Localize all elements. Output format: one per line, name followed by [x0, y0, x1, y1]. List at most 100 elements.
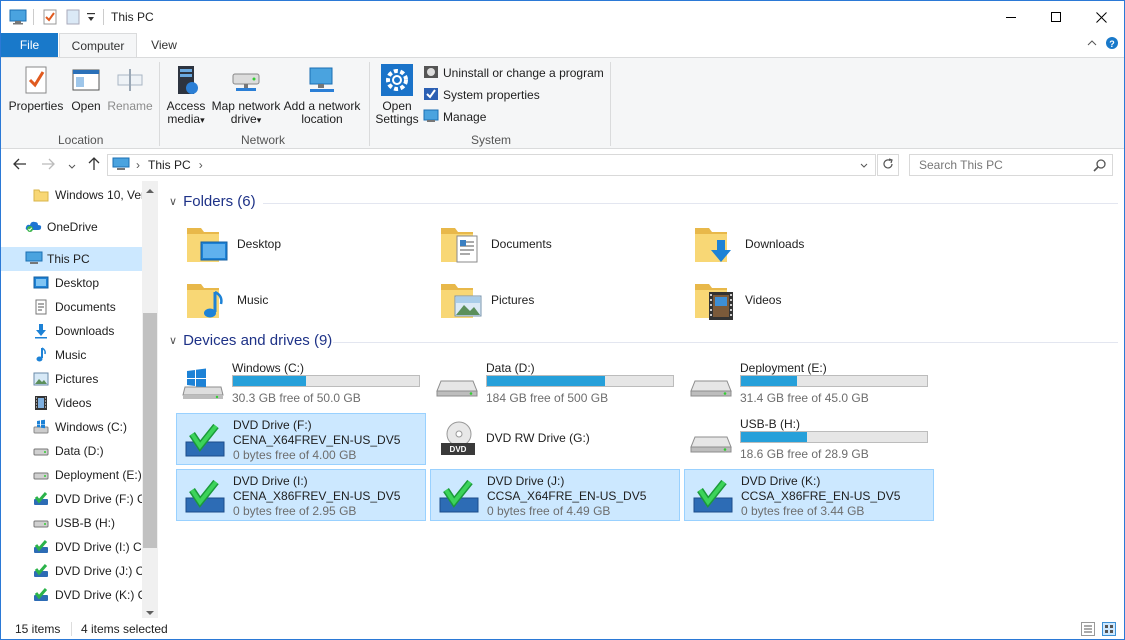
- scroll-down-icon[interactable]: [146, 605, 154, 618]
- nav-item[interactable]: Windows 10, Ver: [1, 183, 142, 207]
- system-properties-button[interactable]: System properties: [423, 85, 540, 105]
- folder-item[interactable]: Desktop: [179, 217, 429, 271]
- add-network-location-button[interactable]: Add a network location: [283, 64, 361, 126]
- nav-item[interactable]: USB-B (H:): [1, 511, 142, 535]
- collapse-chevron-icon[interactable]: ∨: [169, 334, 177, 347]
- address-dropdown-icon[interactable]: [859, 160, 869, 174]
- drive-name: DVD Drive (I:): [233, 474, 308, 488]
- maximize-button[interactable]: [1033, 1, 1079, 33]
- drive-free-space: 184 GB free of 500 GB: [486, 391, 609, 405]
- customize-quick-access-icon[interactable]: [86, 11, 96, 26]
- breadcrumb-separator[interactable]: ›: [136, 158, 140, 172]
- nav-item[interactable]: DVD Drive (K:) C: [1, 583, 142, 607]
- drive-name: USB-B (H:): [740, 417, 800, 431]
- nav-item[interactable]: Desktop: [1, 271, 142, 295]
- new-folder-quick-icon[interactable]: [65, 9, 81, 28]
- drive-item[interactable]: DVD Drive (I:) CENA_X86FREV_EN-US_DV5 0 by…: [176, 469, 426, 521]
- open-button[interactable]: Open: [67, 64, 105, 113]
- rename-button[interactable]: Rename: [107, 64, 153, 113]
- minimize-button[interactable]: [988, 1, 1034, 33]
- folder-item[interactable]: Documents: [433, 217, 683, 271]
- tab-view[interactable]: View: [139, 33, 189, 57]
- svg-text:DVD: DVD: [450, 445, 467, 454]
- drive-item[interactable]: Deployment (E:) 31.4 GB free of 45.0 GB: [684, 357, 934, 409]
- nav-item[interactable]: Pictures: [1, 367, 142, 391]
- details-view-icon[interactable]: [1081, 622, 1095, 639]
- search-icon[interactable]: [1093, 159, 1106, 175]
- folders-section-header[interactable]: ∨ Folders (6): [169, 193, 256, 210]
- drive-usage-fill: [741, 376, 798, 386]
- close-button[interactable]: [1078, 1, 1124, 33]
- breadcrumb-separator[interactable]: ›: [199, 158, 203, 172]
- folder-item[interactable]: Videos: [687, 273, 937, 327]
- desktop-icon: [33, 275, 49, 291]
- drive-name: DVD Drive (J:): [487, 474, 565, 488]
- map-network-drive-button[interactable]: Map network drive▾: [209, 64, 283, 127]
- drive-icon: [33, 467, 49, 483]
- nav-item[interactable]: Videos: [1, 391, 142, 415]
- drive-item[interactable]: USB-B (H:) 18.6 GB free of 28.9 GB: [684, 413, 934, 465]
- scroll-up-icon[interactable]: [146, 183, 154, 197]
- nav-item[interactable]: Windows (C:): [1, 415, 142, 439]
- nav-item[interactable]: DVD Drive (J:) CC: [1, 559, 142, 583]
- drive-item[interactable]: Data (D:) 184 GB free of 500 GB: [430, 357, 680, 409]
- nav-item[interactable]: DVD Drive (F:) CE: [1, 487, 142, 511]
- breadcrumb[interactable]: This PC: [148, 158, 191, 172]
- drive-item[interactable]: Windows (C:) 30.3 GB free of 50.0 GB: [176, 357, 426, 409]
- drive-item[interactable]: DVD DVD RW Drive (G:): [430, 413, 680, 465]
- nav-item-label: Videos: [55, 396, 92, 410]
- tab-computer[interactable]: Computer: [59, 33, 137, 58]
- open-settings-button[interactable]: Open Settings: [373, 64, 421, 126]
- help-icon[interactable]: ?: [1105, 36, 1119, 53]
- refresh-icon: [882, 157, 894, 173]
- properties-quick-icon[interactable]: [42, 9, 58, 28]
- minimize-ribbon-icon[interactable]: [1087, 37, 1097, 51]
- manage-button[interactable]: Manage: [423, 107, 486, 127]
- folder-item[interactable]: Music: [179, 273, 429, 327]
- back-arrow-icon[interactable]: [13, 157, 27, 174]
- refresh-button[interactable]: [877, 154, 899, 176]
- nav-scrollbar[interactable]: [142, 181, 158, 618]
- dvd-icon: [33, 587, 49, 603]
- drive-free-space: 0 bytes free of 4.49 GB: [487, 504, 611, 518]
- hard-drive-icon: [435, 365, 479, 401]
- drive-item[interactable]: DVD Drive (F:) CENA_X64FREV_EN-US_DV5 0 by…: [176, 413, 426, 465]
- drive-item[interactable]: DVD Drive (K:) CCSA_X86FRE_EN-US_DV5 0 byt…: [684, 469, 934, 521]
- nav-item[interactable]: Music: [1, 343, 142, 367]
- nav-item[interactable]: Downloads: [1, 319, 142, 343]
- folder-item[interactable]: Downloads: [687, 217, 937, 271]
- drive-free-space: 30.3 GB free of 50.0 GB: [232, 391, 361, 405]
- drives-section-header[interactable]: ∨ Devices and drives (9): [169, 332, 332, 349]
- drive-free-space: 31.4 GB free of 45.0 GB: [740, 391, 869, 405]
- manage-icon: [423, 108, 439, 127]
- folders-heading: Folders (6): [183, 193, 256, 210]
- nav-item[interactable]: DVD Drive (I:) CE: [1, 535, 142, 559]
- group-label-network: Network: [241, 133, 286, 147]
- dvd-media-icon: [182, 422, 226, 458]
- uninstall-program-button[interactable]: Uninstall or change a program: [423, 63, 604, 83]
- tab-file[interactable]: File: [1, 33, 58, 57]
- nav-item[interactable]: Data (D:): [1, 439, 142, 463]
- drive-item[interactable]: DVD Drive (J:) CCSA_X64FRE_EN-US_DV5 0 byt…: [430, 469, 680, 521]
- nav-item-label: Deployment (E:): [55, 468, 142, 482]
- nav-item[interactable]: Deployment (E:): [1, 463, 142, 487]
- group-label-system: System: [471, 133, 512, 147]
- nav-item[interactable]: This PC: [1, 247, 142, 271]
- nav-item[interactable]: OneDrive: [1, 215, 142, 239]
- computer-icon[interactable]: [9, 9, 27, 28]
- search-input[interactable]: Search This PC: [909, 154, 1113, 176]
- properties-button[interactable]: Properties: [7, 64, 65, 113]
- folder-item[interactable]: Pictures: [433, 273, 683, 327]
- recent-locations-chevron-icon[interactable]: [67, 159, 77, 175]
- up-arrow-icon[interactable]: [87, 157, 101, 174]
- access-media-button[interactable]: Access media▾: [163, 64, 209, 127]
- nav-item-label: DVD Drive (F:) CE: [55, 492, 142, 506]
- large-icons-view-icon[interactable]: [1102, 622, 1116, 639]
- forward-arrow-icon[interactable]: [41, 157, 55, 174]
- open-icon: [70, 64, 102, 96]
- collapse-chevron-icon[interactable]: ∨: [169, 195, 177, 208]
- address-bar[interactable]: › This PC ›: [107, 154, 876, 176]
- nav-scrollbar-thumb[interactable]: [143, 313, 157, 548]
- downloads-icon: [33, 323, 49, 339]
- nav-item[interactable]: Documents: [1, 295, 142, 319]
